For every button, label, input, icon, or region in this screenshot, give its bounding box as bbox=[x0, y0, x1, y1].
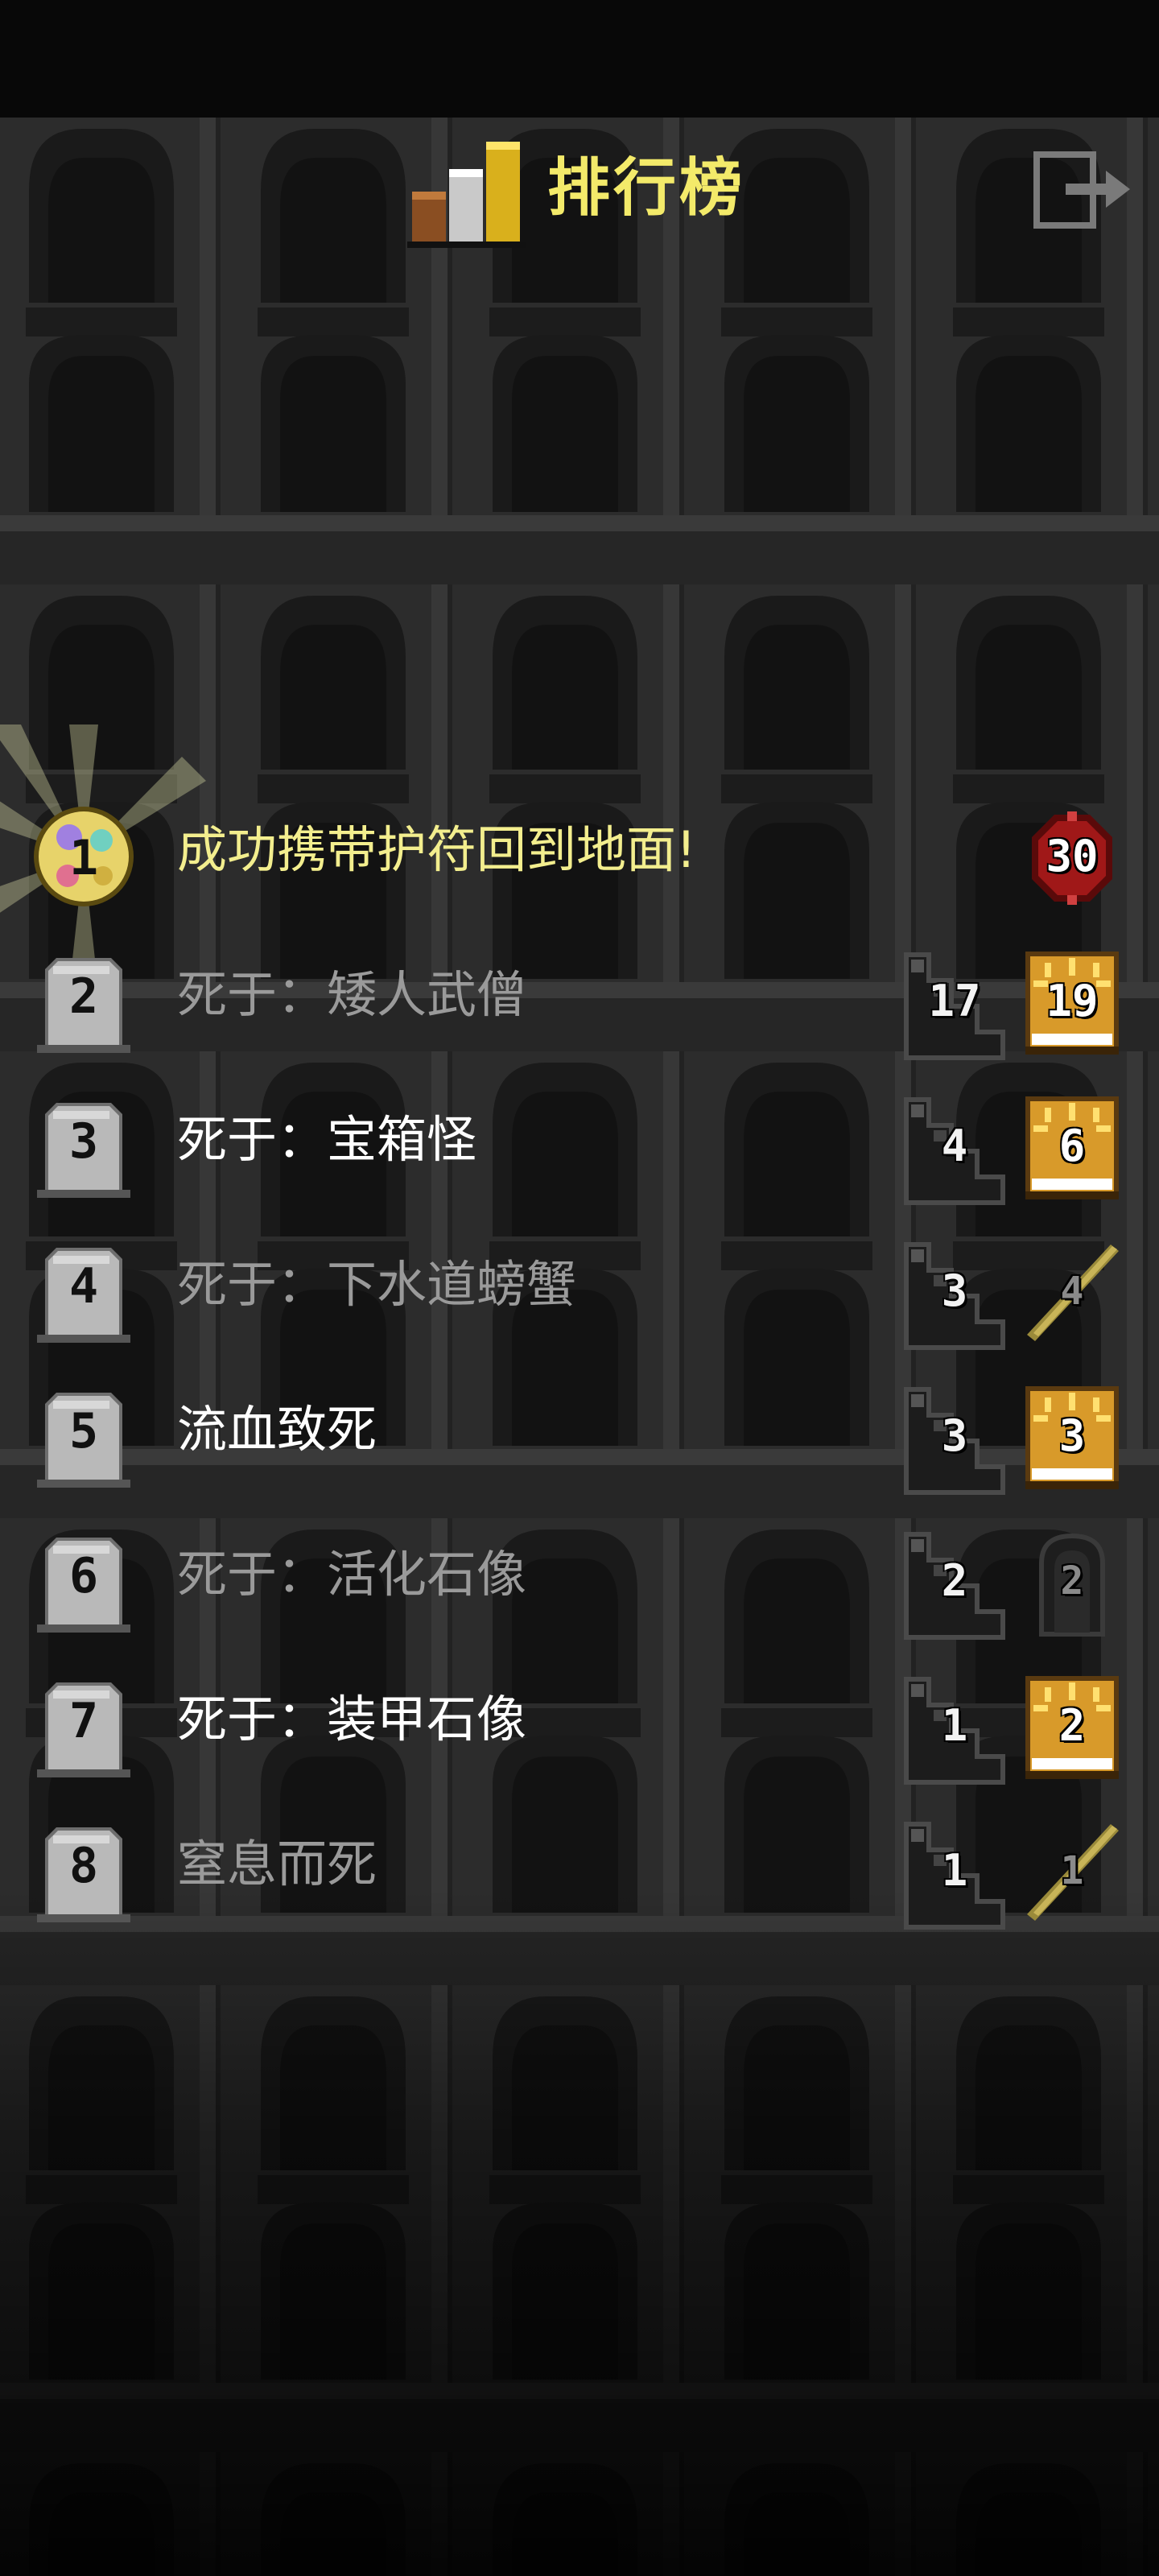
status-bar-area bbox=[0, 0, 1159, 118]
rank-number: 6 bbox=[68, 1548, 99, 1604]
depth-number: 1 bbox=[941, 1845, 968, 1896]
cause-of-death-text: 窒息而死 bbox=[177, 1835, 377, 1893]
level-number: 19 bbox=[1046, 976, 1099, 1026]
level-indicator: 4 bbox=[1022, 1238, 1122, 1348]
cause-of-death-text: 死于：矮人武僧 bbox=[177, 965, 527, 1024]
cause-of-death-text: 流血致死 bbox=[177, 1400, 377, 1459]
rank-number: 1 bbox=[68, 830, 99, 886]
rank-amulet-badge: 1 bbox=[0, 724, 206, 989]
header: 排行榜 bbox=[0, 118, 1159, 262]
rank-number: 8 bbox=[68, 1838, 99, 1894]
depth-number: 3 bbox=[941, 1410, 968, 1461]
level-indicator: 2 bbox=[1022, 1528, 1122, 1637]
depth-indicator: 1 bbox=[901, 1821, 1008, 1930]
rank-number: 5 bbox=[68, 1403, 99, 1459]
cause-of-death-text: 死于：装甲石像 bbox=[177, 1690, 527, 1748]
level-indicator: 2 bbox=[1022, 1673, 1122, 1782]
rank-tombstone-badge: 2 bbox=[37, 950, 130, 1053]
level-number: 1 bbox=[1060, 1848, 1084, 1893]
leaderboard-row[interactable]: 6 死于：活化石像 2 2 bbox=[0, 1497, 1159, 1642]
depth-indicator: 3 bbox=[901, 1386, 1008, 1496]
cause-of-death-text: 成功携带护符回到地面! bbox=[177, 820, 696, 879]
depth-number: 2 bbox=[941, 1555, 968, 1606]
level-number: 4 bbox=[1060, 1269, 1084, 1314]
leaderboard-row[interactable]: 8 窒息而死 1 1 bbox=[0, 1787, 1159, 1932]
level-indicator: 6 bbox=[1022, 1093, 1122, 1203]
level-indicator: 3 bbox=[1022, 1383, 1122, 1492]
cause-of-death-text: 死于：宝箱怪 bbox=[177, 1110, 477, 1169]
depth-number: 17 bbox=[928, 976, 981, 1026]
rank-tombstone-badge: 5 bbox=[37, 1385, 130, 1488]
page-title: 排行榜 bbox=[547, 152, 746, 225]
level-number: 2 bbox=[1060, 1558, 1084, 1604]
leaderboard-row[interactable]: 4 死于：下水道螃蟹 3 4 bbox=[0, 1208, 1159, 1352]
rank-tombstone-badge: 3 bbox=[37, 1095, 130, 1198]
cause-of-death-text: 死于：活化石像 bbox=[177, 1545, 527, 1604]
level-number: 3 bbox=[1058, 1410, 1086, 1461]
level-indicator: 1 bbox=[1022, 1818, 1122, 1927]
leaderboard-row[interactable]: 1 成功携带护符回到地面! 30 bbox=[0, 724, 1159, 989]
depth-indicator: 2 bbox=[901, 1531, 1008, 1641]
leaderboard-row[interactable]: 3 死于：宝箱怪 4 6 bbox=[0, 1063, 1159, 1208]
depth-number: 1 bbox=[941, 1700, 968, 1751]
rank-tombstone-badge: 4 bbox=[37, 1240, 130, 1343]
podium-icon bbox=[407, 142, 526, 248]
level-indicator: 30 bbox=[1022, 803, 1122, 913]
rank-number: 2 bbox=[68, 968, 99, 1025]
rank-tombstone-badge: 8 bbox=[37, 1819, 130, 1922]
leaderboard-row[interactable]: 7 死于：装甲石像 1 2 bbox=[0, 1642, 1159, 1787]
level-number: 6 bbox=[1058, 1121, 1086, 1171]
leaderboard-row[interactable]: 2 死于：矮人武僧 17 19 bbox=[0, 918, 1159, 1063]
rank-number: 7 bbox=[68, 1693, 99, 1749]
rank-number: 4 bbox=[68, 1258, 99, 1315]
rank-number: 3 bbox=[68, 1113, 99, 1170]
level-indicator: 19 bbox=[1022, 948, 1122, 1058]
leaderboard-row[interactable]: 5 流血致死 3 3 bbox=[0, 1352, 1159, 1497]
depth-indicator: 1 bbox=[901, 1676, 1008, 1785]
depth-indicator: 17 bbox=[901, 952, 1008, 1061]
level-number: 2 bbox=[1058, 1700, 1086, 1751]
depth-indicator: 4 bbox=[901, 1096, 1008, 1206]
rank-tombstone-badge: 7 bbox=[37, 1674, 130, 1777]
depth-indicator: 3 bbox=[901, 1241, 1008, 1351]
cause-of-death-text: 死于：下水道螃蟹 bbox=[177, 1255, 577, 1314]
exit-door-icon[interactable] bbox=[1033, 151, 1133, 229]
depth-number: 3 bbox=[941, 1265, 968, 1316]
level-number: 30 bbox=[1046, 831, 1099, 881]
depth-number: 4 bbox=[941, 1121, 968, 1171]
rank-tombstone-badge: 6 bbox=[37, 1530, 130, 1633]
